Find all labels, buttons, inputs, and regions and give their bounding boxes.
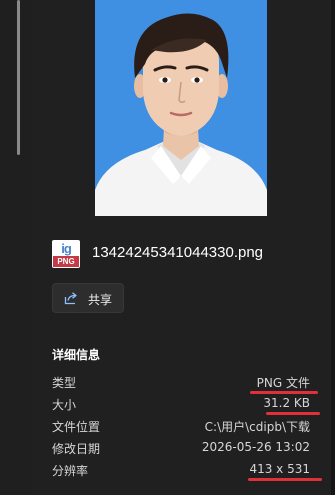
resolution-label: 分辨率 (52, 464, 89, 478)
size-value: 31.2 KB (263, 396, 310, 410)
type-value: PNG 文件 (256, 376, 310, 390)
file-name: 13424245341044330.png (92, 244, 264, 261)
resolution-value: 413 x 531 (249, 462, 310, 476)
file-icon-glyph: ig (61, 241, 72, 256)
details-section-title: 详细信息 (52, 348, 101, 362)
share-button[interactable]: 共享 (52, 283, 124, 313)
resolution-underline-annotation (248, 478, 322, 481)
size-underline-annotation (266, 412, 320, 415)
right-panel-edge (331, 0, 335, 495)
modified-date-label: 修改日期 (52, 442, 101, 456)
modified-date-value: 2026-05-26 13:02 (201, 440, 310, 454)
share-icon (64, 292, 77, 305)
scrollbar-thumb[interactable] (17, 0, 20, 155)
size-label: 大小 (52, 398, 77, 412)
file-details-pane: ig PNG 13424245341044330.png 共享 详细信息 类型 … (0, 0, 335, 495)
portrait-illustration (95, 0, 267, 216)
image-preview (95, 0, 267, 216)
share-button-label: 共享 (88, 293, 113, 307)
location-value[interactable]: C:\用户\cdipb\下载 (205, 418, 310, 435)
png-file-icon: ig PNG (52, 240, 80, 268)
details-panel: ig PNG 13424245341044330.png 共享 详细信息 类型 … (32, 0, 331, 495)
location-label: 文件位置 (52, 420, 101, 434)
file-type-tag: PNG (53, 256, 79, 267)
type-underline-annotation (250, 391, 318, 394)
left-panel-edge (0, 0, 32, 495)
type-label: 类型 (52, 376, 77, 390)
